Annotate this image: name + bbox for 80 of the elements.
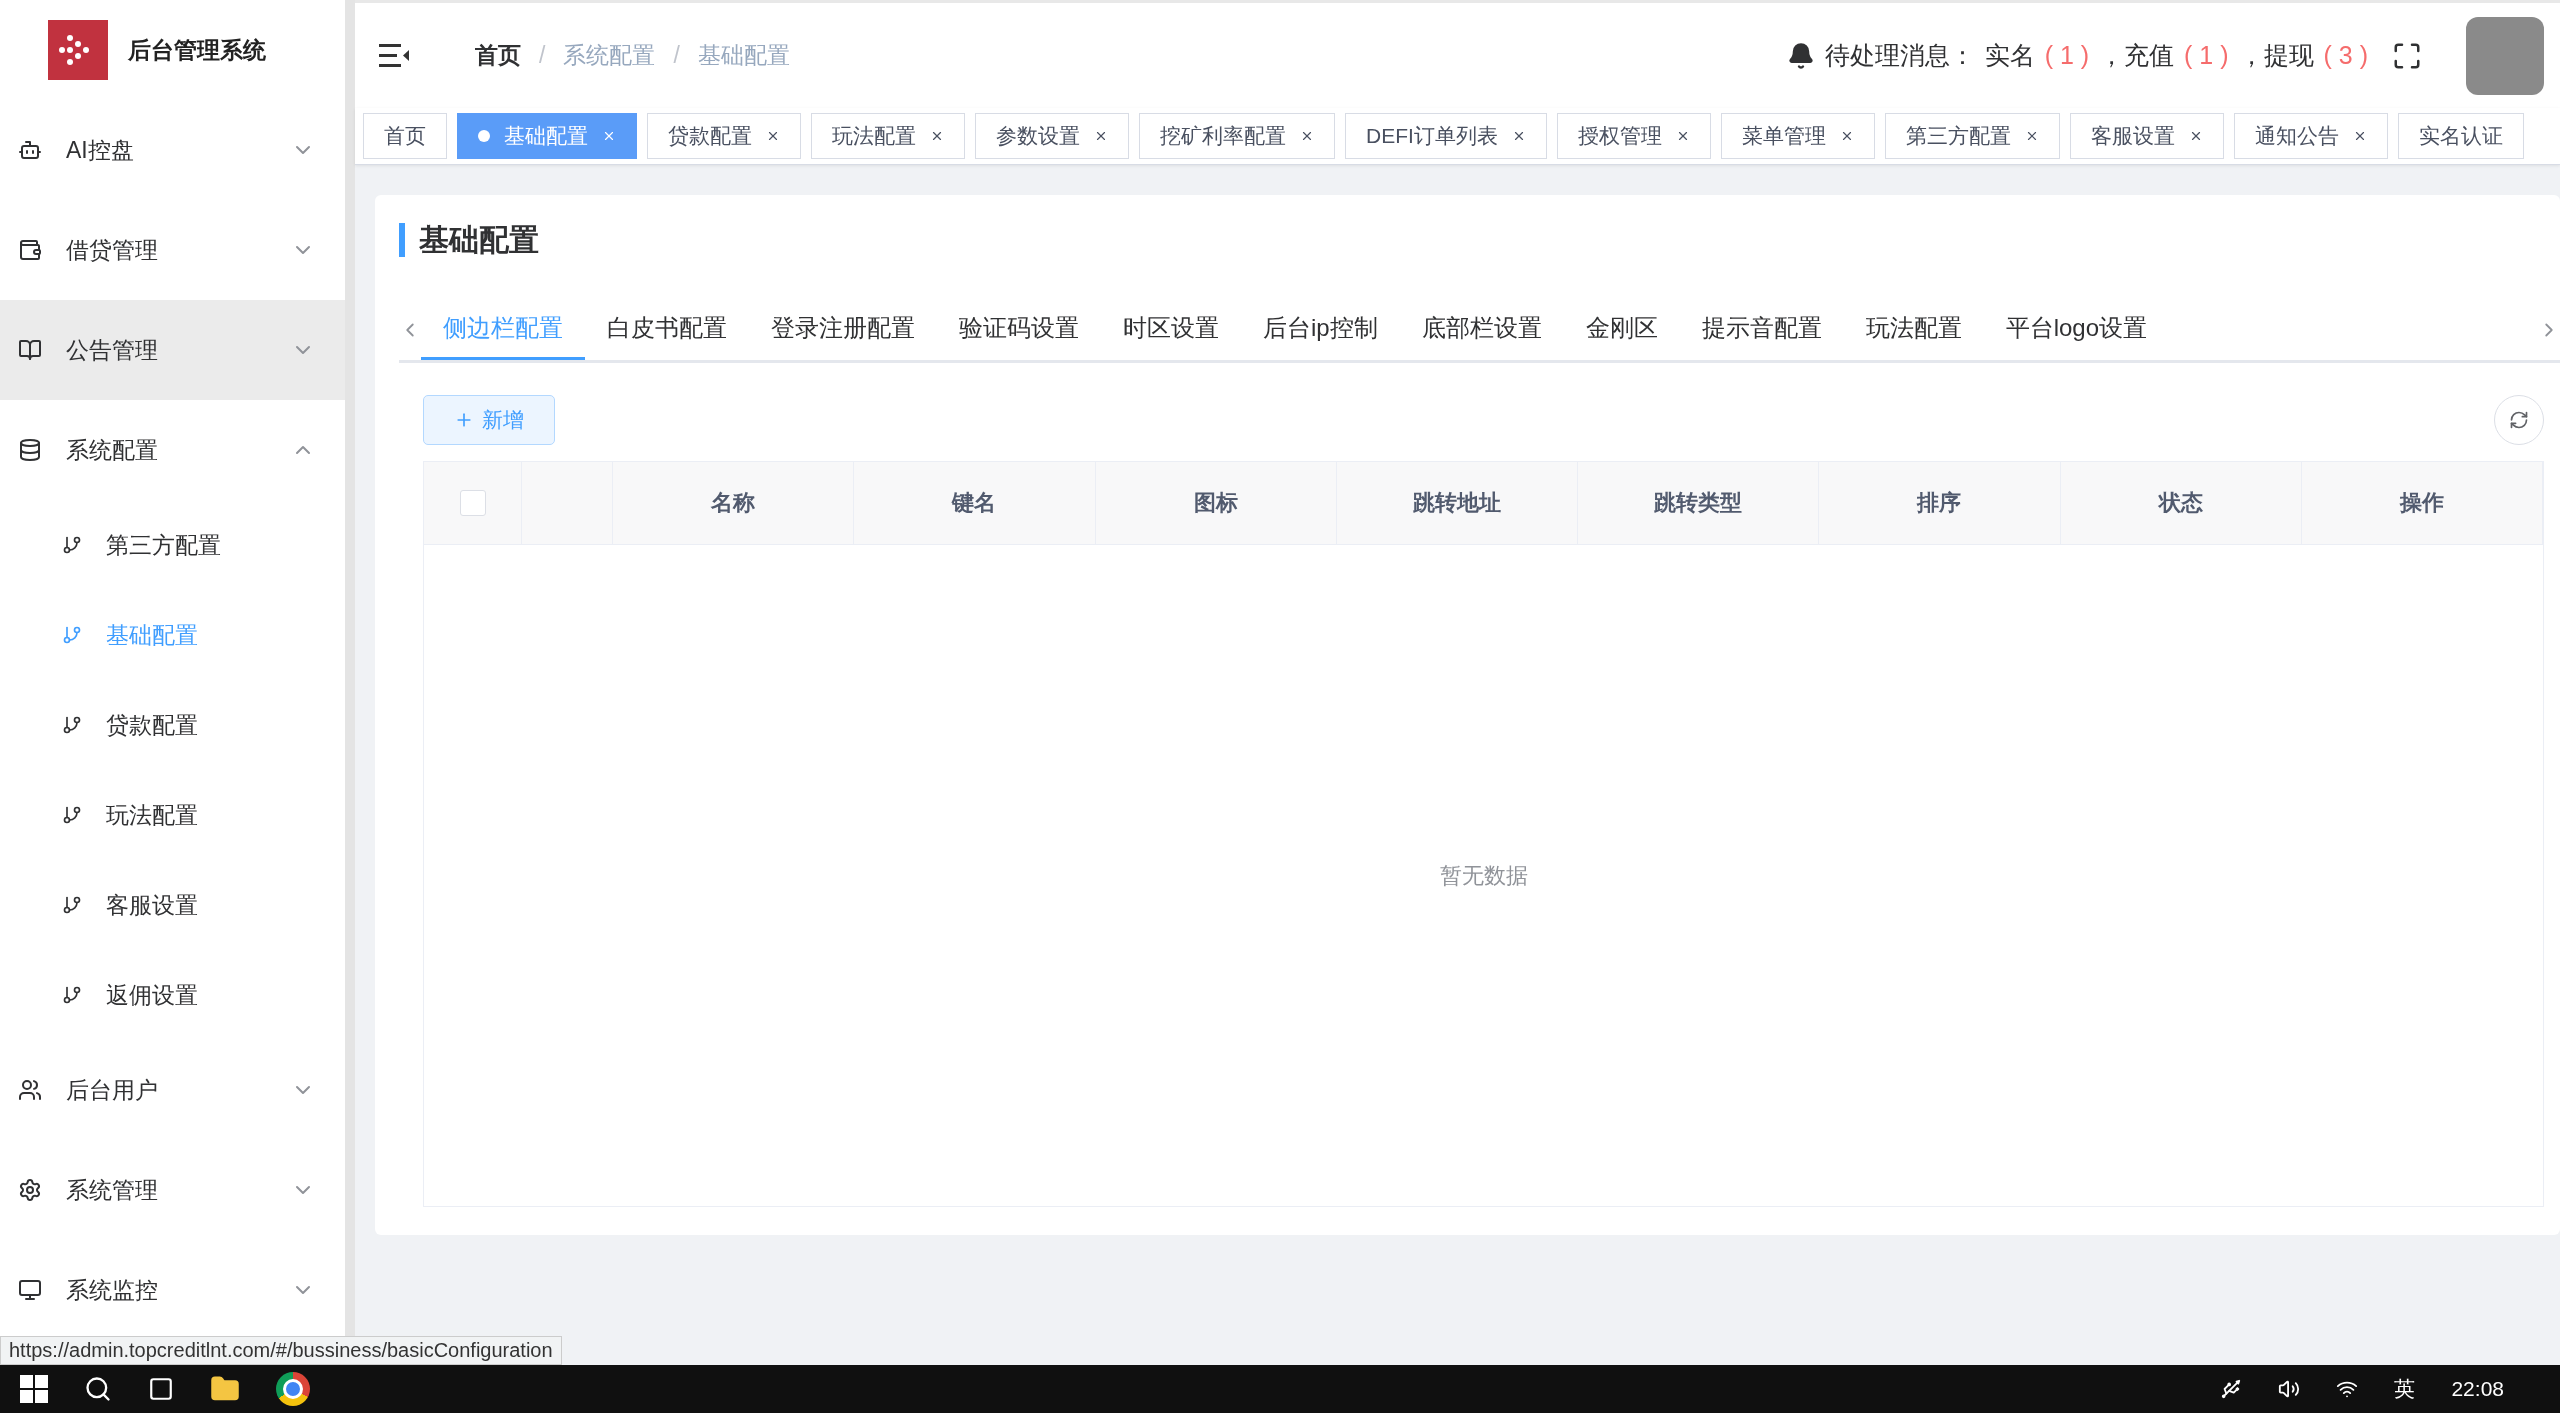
branch-icon: [62, 895, 82, 915]
config-tab[interactable]: 时区设置: [1101, 299, 1241, 360]
branch-icon: [62, 625, 82, 645]
menu-toggle-icon[interactable]: [379, 42, 411, 69]
volume-icon[interactable]: [2278, 1378, 2301, 1400]
submenu-item[interactable]: 玩法配置: [0, 770, 345, 860]
page-tag[interactable]: 挖矿利率配置: [1139, 113, 1335, 159]
submenu-item[interactable]: 贷款配置: [0, 680, 345, 770]
column-header: 排序: [1819, 462, 2061, 544]
column-header: 图标: [1095, 462, 1337, 544]
column-header: 名称: [613, 462, 855, 544]
column-header: 状态: [2060, 462, 2302, 544]
search-icon[interactable]: [84, 1375, 112, 1403]
close-icon[interactable]: [766, 129, 780, 143]
page-tag[interactable]: 参数设置: [975, 113, 1129, 159]
clock-text[interactable]: 22:08: [2451, 1377, 2504, 1401]
bell-icon[interactable]: [1786, 41, 1815, 70]
page-tag[interactable]: 客服设置: [2069, 113, 2224, 159]
active-dot: [478, 130, 490, 142]
config-tab[interactable]: 登录注册配置: [749, 299, 937, 360]
usb-icon[interactable]: [2220, 1378, 2243, 1400]
config-tab[interactable]: 底部栏设置: [1399, 299, 1564, 360]
column-header: 跳转类型: [1578, 462, 1820, 544]
branch-icon: [62, 715, 82, 735]
page-tag[interactable]: 通知公告: [2233, 113, 2388, 159]
close-icon[interactable]: [930, 129, 944, 143]
column-header: 跳转地址: [1336, 462, 1578, 544]
page-tag[interactable]: DEFI订单列表: [1345, 113, 1547, 159]
submenu-item[interactable]: 第三方配置: [0, 500, 345, 590]
config-tab[interactable]: 白皮书配置: [585, 299, 749, 360]
page-tag[interactable]: 贷款配置: [647, 113, 801, 159]
menu-icon: [18, 1278, 42, 1302]
avatar-image[interactable]: [2466, 16, 2544, 95]
refresh-button[interactable]: [2494, 395, 2544, 445]
config-tab[interactable]: 提示音配置: [1679, 299, 1844, 360]
menu-icon: [18, 138, 42, 162]
branch-icon: [62, 805, 82, 825]
menu-item[interactable]: 公告管理: [0, 300, 345, 400]
page-tag[interactable]: 实名认证: [2397, 113, 2524, 159]
empty-text: 暂无数据: [1439, 861, 1528, 890]
config-tab[interactable]: 平台logo设置: [1983, 299, 2170, 360]
submenu-item[interactable]: 返佣设置: [0, 950, 345, 1040]
notice-label: ，提现: [2238, 40, 2314, 71]
column-header: 键名: [854, 462, 1096, 544]
menu-icon: [18, 1178, 42, 1202]
config-tab[interactable]: 金刚区: [1563, 299, 1680, 360]
menu-icon: [18, 1078, 42, 1102]
notice-label: 实名: [1984, 40, 2035, 71]
page-tag[interactable]: 授权管理: [1556, 113, 1711, 159]
close-icon[interactable]: [1094, 129, 1108, 143]
page-tag[interactable]: 第三方配置: [1884, 113, 2060, 159]
breadcrumb-link[interactable]: 首页: [475, 40, 521, 71]
config-tab[interactable]: 玩法配置: [1843, 299, 1984, 360]
column-header: 操作: [2301, 462, 2543, 544]
page-title: 基础配置: [399, 223, 2560, 257]
menu-icon: [18, 438, 42, 462]
close-icon[interactable]: [1300, 129, 1314, 143]
notice-label: ，充值: [2099, 40, 2175, 71]
select-all-checkbox[interactable]: [459, 490, 486, 516]
page-tag[interactable]: 玩法配置: [811, 113, 965, 159]
menu-icon: [18, 238, 42, 262]
app-title: 后台管理系统: [128, 35, 266, 65]
windows-icon[interactable]: [20, 1375, 48, 1403]
refresh-icon: [2509, 410, 2529, 430]
task-view-icon[interactable]: [148, 1376, 174, 1402]
page-tag[interactable]: 首页: [363, 113, 447, 159]
config-tab[interactable]: 后台ip控制: [1241, 299, 1400, 360]
browser-icon[interactable]: [276, 1372, 310, 1406]
ime-indicator[interactable]: 英: [2394, 1375, 2416, 1403]
branch-icon: [62, 535, 82, 555]
page-tag[interactable]: 菜单管理: [1720, 113, 1875, 159]
notice-text: 待处理消息：: [1824, 40, 1975, 71]
config-tab[interactable]: 验证码设置: [937, 299, 1101, 360]
status-url: https://admin.topcreditlnt.com/#/bussiness/basicConfiguration: [0, 1336, 562, 1365]
breadcrumb-separator: /: [539, 42, 546, 69]
logo-icon: [48, 20, 108, 80]
breadcrumb-separator: /: [673, 42, 680, 69]
submenu-item[interactable]: 客服设置: [0, 860, 345, 950]
branch-icon: [62, 985, 82, 1005]
menu-icon: [18, 338, 42, 362]
